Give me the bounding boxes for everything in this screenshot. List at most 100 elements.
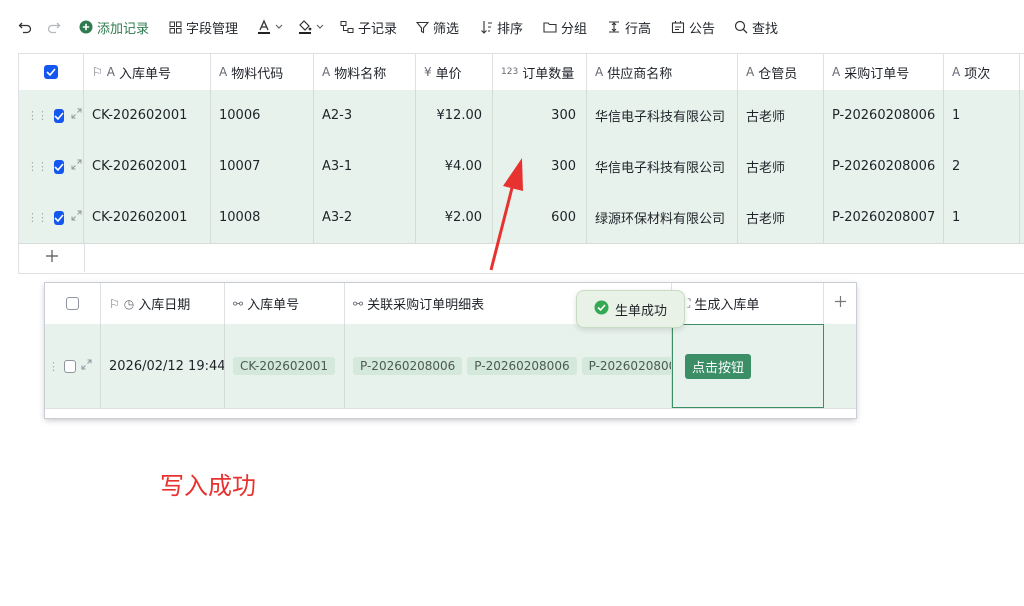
cell-generate-inbound[interactable]: 点击按钮: [672, 324, 824, 408]
column-header[interactable]: ⛶ 生成入库单: [672, 283, 824, 324]
cell-item[interactable]: 1: [944, 90, 1020, 141]
cell-keeper[interactable]: 古老师: [738, 90, 824, 141]
filter-icon: [416, 21, 429, 34]
cell-inbound-no[interactable]: CK-202602001: [84, 192, 211, 243]
cell-quantity[interactable]: 300: [493, 90, 587, 141]
table-row[interactable]: ⋮⋮ CK-202602001 10006 A2-3 ¥12.00 300 华信…: [19, 90, 1024, 142]
clock-icon: ◷: [123, 296, 135, 311]
row-height-label: 行高: [625, 21, 652, 37]
drag-handle-icon[interactable]: ⋮: [48, 360, 59, 373]
cell-material-code[interactable]: 10008: [211, 192, 314, 243]
undo-icon[interactable]: [18, 16, 32, 38]
find-button[interactable]: 查找: [734, 16, 778, 38]
add-record-label: 添加记录: [97, 21, 150, 37]
toast-message: 生单成功: [614, 303, 667, 319]
cell-supplier[interactable]: 绿源环保材料有限公司: [587, 192, 738, 243]
add-record-button[interactable]: 添加记录: [79, 16, 149, 38]
column-header[interactable]: ⚐ ◷ 入库日期: [101, 283, 225, 324]
row-height-button[interactable]: 行高: [607, 16, 651, 38]
cell-keeper[interactable]: 古老师: [738, 192, 824, 243]
cell-item[interactable]: 2: [944, 141, 1020, 192]
grid-icon: [169, 21, 182, 34]
link-tag[interactable]: P-20260208006: [467, 357, 577, 375]
column-header[interactable]: ⚯ 入库单号: [225, 283, 345, 324]
text-color-button[interactable]: [257, 16, 283, 38]
column-label: 入库单号: [118, 66, 171, 82]
expand-icon[interactable]: [71, 210, 82, 225]
flag-icon: ⚐: [92, 65, 103, 79]
cell-material-name[interactable]: A2-3: [314, 90, 416, 141]
cell-linked-po-details[interactable]: P-20260208006 P-20260208006 P-2026020800…: [345, 324, 672, 408]
cell-po-number[interactable]: P-20260208006: [824, 141, 944, 192]
sort-button[interactable]: 排序: [480, 16, 523, 38]
column-label: 单价: [435, 66, 462, 82]
cell-inbound-no[interactable]: CK-202602001: [84, 90, 211, 141]
column-label: 关联采购订单明细表: [367, 298, 485, 313]
flag-icon: ⚐: [109, 296, 120, 311]
cell-price[interactable]: ¥12.00: [416, 90, 493, 141]
column-label: 物料名称: [334, 66, 387, 82]
plus-icon: [45, 249, 59, 267]
filter-button[interactable]: 筛选: [416, 16, 459, 38]
text-field-icon: A: [595, 65, 604, 79]
row-checkbox[interactable]: [54, 159, 64, 174]
select-all-checkbox[interactable]: [19, 54, 84, 90]
column-header[interactable]: A 物料名称: [314, 54, 416, 90]
column-label: 生成入库单: [694, 298, 760, 313]
add-row-button[interactable]: [19, 244, 85, 272]
check-circle-icon: [594, 300, 609, 319]
row-controls: ⋮: [45, 324, 101, 408]
column-header[interactable]: ¥ 单价: [416, 54, 493, 90]
row-controls: ⋮⋮: [19, 90, 84, 141]
group-button[interactable]: 分组: [543, 16, 587, 38]
cell-inbound-no[interactable]: CK-202602001: [84, 141, 211, 192]
sub-record-button[interactable]: 子记录: [340, 16, 397, 38]
cell-supplier[interactable]: 华信电子科技有限公司: [587, 141, 738, 192]
cell-inbound-no[interactable]: CK-202602001: [225, 324, 345, 408]
field-manage-button[interactable]: 字段管理: [169, 16, 238, 38]
cell-supplier[interactable]: 华信电子科技有限公司: [587, 90, 738, 141]
column-header[interactable]: ⚐ A 入库单号: [84, 54, 211, 90]
notice-button[interactable]: 公告: [671, 16, 715, 38]
column-header[interactable]: A 物料代码: [211, 54, 314, 90]
row-checkbox[interactable]: [54, 210, 64, 225]
cell-material-code[interactable]: 10006: [211, 90, 314, 141]
column-header[interactable]: 123 订单数量: [493, 54, 587, 90]
table-row[interactable]: ⋮ 2026/02/12 19:44 CK-202602001 P-202602…: [45, 324, 856, 409]
cell-material-name[interactable]: A3-1: [314, 141, 416, 192]
cell-keeper[interactable]: 古老师: [738, 141, 824, 192]
check-icon: [44, 65, 58, 79]
cell-material-code[interactable]: 10007: [211, 141, 314, 192]
link-icon: ⚯: [353, 296, 364, 311]
drag-handle-icon[interactable]: ⋮⋮: [27, 109, 48, 122]
expand-icon[interactable]: [71, 108, 82, 123]
cell-po-number[interactable]: P-20260208007: [824, 192, 944, 243]
drag-handle-icon[interactable]: ⋮⋮: [27, 211, 48, 224]
column-header[interactable]: A 采购订单号: [824, 54, 944, 90]
expand-icon[interactable]: [71, 159, 82, 174]
generate-button[interactable]: 点击按钮: [685, 353, 752, 379]
column-header[interactable]: A 仓管员: [738, 54, 824, 90]
text-field-icon: A: [322, 65, 331, 79]
cell-po-number[interactable]: P-20260208006: [824, 90, 944, 141]
annotation-arrow: [489, 158, 523, 271]
add-column-button[interactable]: [824, 283, 856, 324]
cell-item[interactable]: 1: [944, 192, 1020, 243]
select-all-checkbox[interactable]: [45, 283, 101, 324]
row-checkbox[interactable]: [64, 359, 76, 373]
fill-color-button[interactable]: [298, 16, 324, 38]
link-tag[interactable]: P-20260208007: [581, 357, 671, 375]
redo-icon[interactable]: [47, 16, 61, 38]
column-header[interactable]: A 供应商名称: [587, 54, 738, 90]
folder-icon: [543, 21, 557, 33]
row-checkbox[interactable]: [54, 108, 64, 123]
expand-icon[interactable]: [81, 359, 92, 374]
link-tag[interactable]: P-20260208006: [353, 357, 463, 375]
sort-label: 排序: [497, 21, 524, 37]
cell-material-name[interactable]: A3-2: [314, 192, 416, 243]
field-manage-label: 字段管理: [186, 21, 239, 37]
link-tag[interactable]: CK-202602001: [233, 357, 336, 375]
cell-inbound-date[interactable]: 2026/02/12 19:44: [101, 324, 225, 408]
drag-handle-icon[interactable]: ⋮⋮: [27, 160, 48, 173]
column-header[interactable]: A 项次: [944, 54, 1020, 90]
